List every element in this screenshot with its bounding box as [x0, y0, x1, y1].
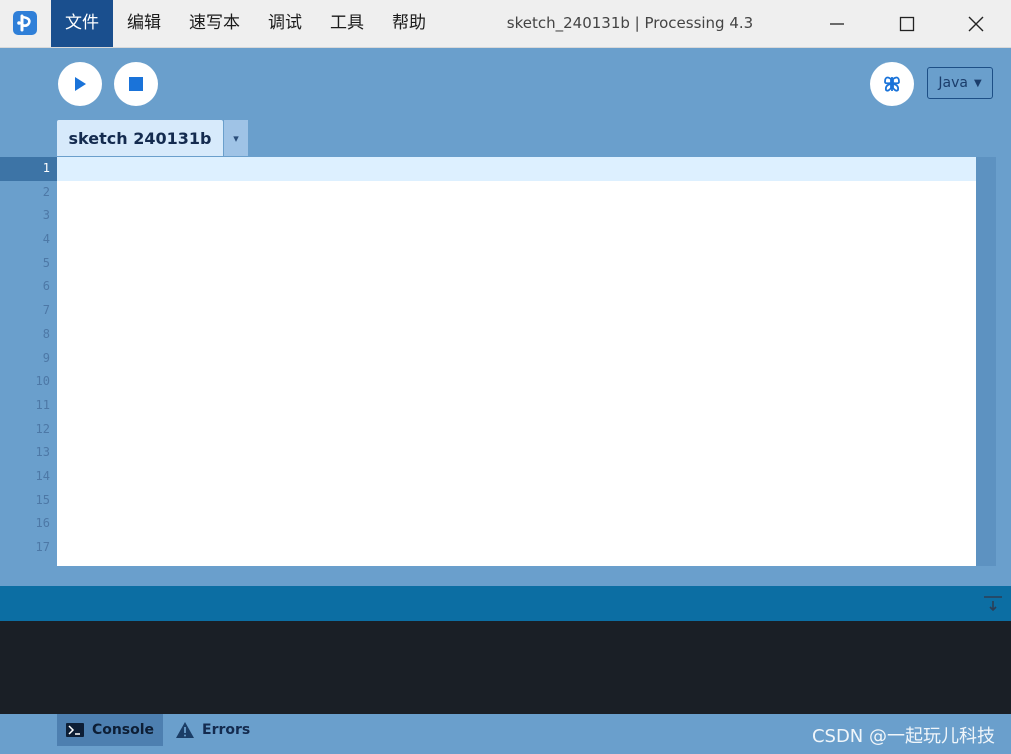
warning-icon — [176, 722, 194, 738]
collapse-console-icon[interactable] — [983, 594, 1003, 614]
errors-tab-label: Errors — [202, 722, 251, 738]
line-number: 8 — [42, 326, 50, 341]
console-output[interactable] — [0, 621, 1011, 714]
maximize-icon — [899, 16, 915, 31]
run-button[interactable] — [58, 62, 102, 106]
line-number: 5 — [42, 255, 50, 270]
play-icon — [75, 77, 86, 91]
close-icon — [968, 16, 984, 31]
editor-scrollbar[interactable] — [976, 157, 996, 566]
mode-selector[interactable]: Java ▼ — [927, 67, 993, 99]
line-number: 14 — [35, 468, 50, 483]
close-button[interactable] — [947, 0, 1005, 47]
tab-sketch[interactable]: sketch 240131b — [57, 120, 223, 156]
menu-debug[interactable]: 调试 — [254, 0, 316, 47]
code-editor[interactable] — [57, 157, 976, 566]
debug-button[interactable] — [870, 62, 914, 106]
line-number: 12 — [35, 421, 50, 436]
menu-sketch[interactable]: 速写本 — [175, 0, 254, 47]
menu-edit[interactable]: 编辑 — [113, 0, 175, 47]
menu-tools[interactable]: 工具 — [316, 0, 378, 47]
menu-bar: 文件 编辑 速写本 调试 工具 帮助 — [51, 0, 440, 47]
stop-icon — [129, 77, 143, 91]
line-number: 7 — [42, 303, 50, 318]
line-number: 16 — [35, 516, 50, 531]
line-number: 2 — [42, 184, 50, 199]
butterfly-icon — [884, 76, 900, 92]
console-tab-label: Console — [91, 722, 155, 738]
processing-app-icon — [13, 11, 37, 35]
line-number: 3 — [42, 208, 50, 223]
title-bar: 文件 编辑 速写本 调试 工具 帮助 sketch_240131b | Proc… — [0, 0, 1011, 48]
line-number: 13 — [35, 445, 50, 460]
current-line-highlight — [57, 157, 976, 181]
chevron-down-icon: ▼ — [973, 77, 982, 89]
tab-menu-button[interactable]: ▾ — [224, 120, 248, 156]
line-number: 10 — [35, 374, 50, 389]
chevron-down-icon: ▾ — [233, 131, 239, 145]
window-title: sketch_240131b | Processing 4.3 — [506, 14, 754, 32]
terminal-icon — [65, 723, 84, 737]
stop-button[interactable] — [114, 62, 158, 106]
tab-errors[interactable]: Errors — [176, 714, 266, 746]
line-number: 6 — [42, 279, 50, 294]
watermark: CSDN @一起玩儿科技 — [811, 726, 995, 747]
line-number: 9 — [42, 350, 50, 365]
minimize-button[interactable] — [808, 0, 866, 47]
line-number: 15 — [35, 492, 50, 507]
line-number: 17 — [35, 540, 50, 554]
menu-file[interactable]: 文件 — [51, 0, 113, 47]
mode-label: Java — [938, 75, 968, 91]
maximize-button[interactable] — [878, 0, 936, 47]
console-header-bar — [0, 586, 1011, 621]
tab-console[interactable]: Console — [57, 714, 163, 746]
minimize-icon — [830, 22, 844, 25]
line-number: 11 — [35, 397, 50, 412]
line-number-gutter: 1 2 3 4 5 6 7 8 9 10 11 12 13 14 15 16 1… — [0, 157, 57, 566]
menu-help[interactable]: 帮助 — [378, 0, 440, 47]
line-number: 1 — [0, 157, 57, 181]
line-number: 4 — [42, 232, 50, 247]
